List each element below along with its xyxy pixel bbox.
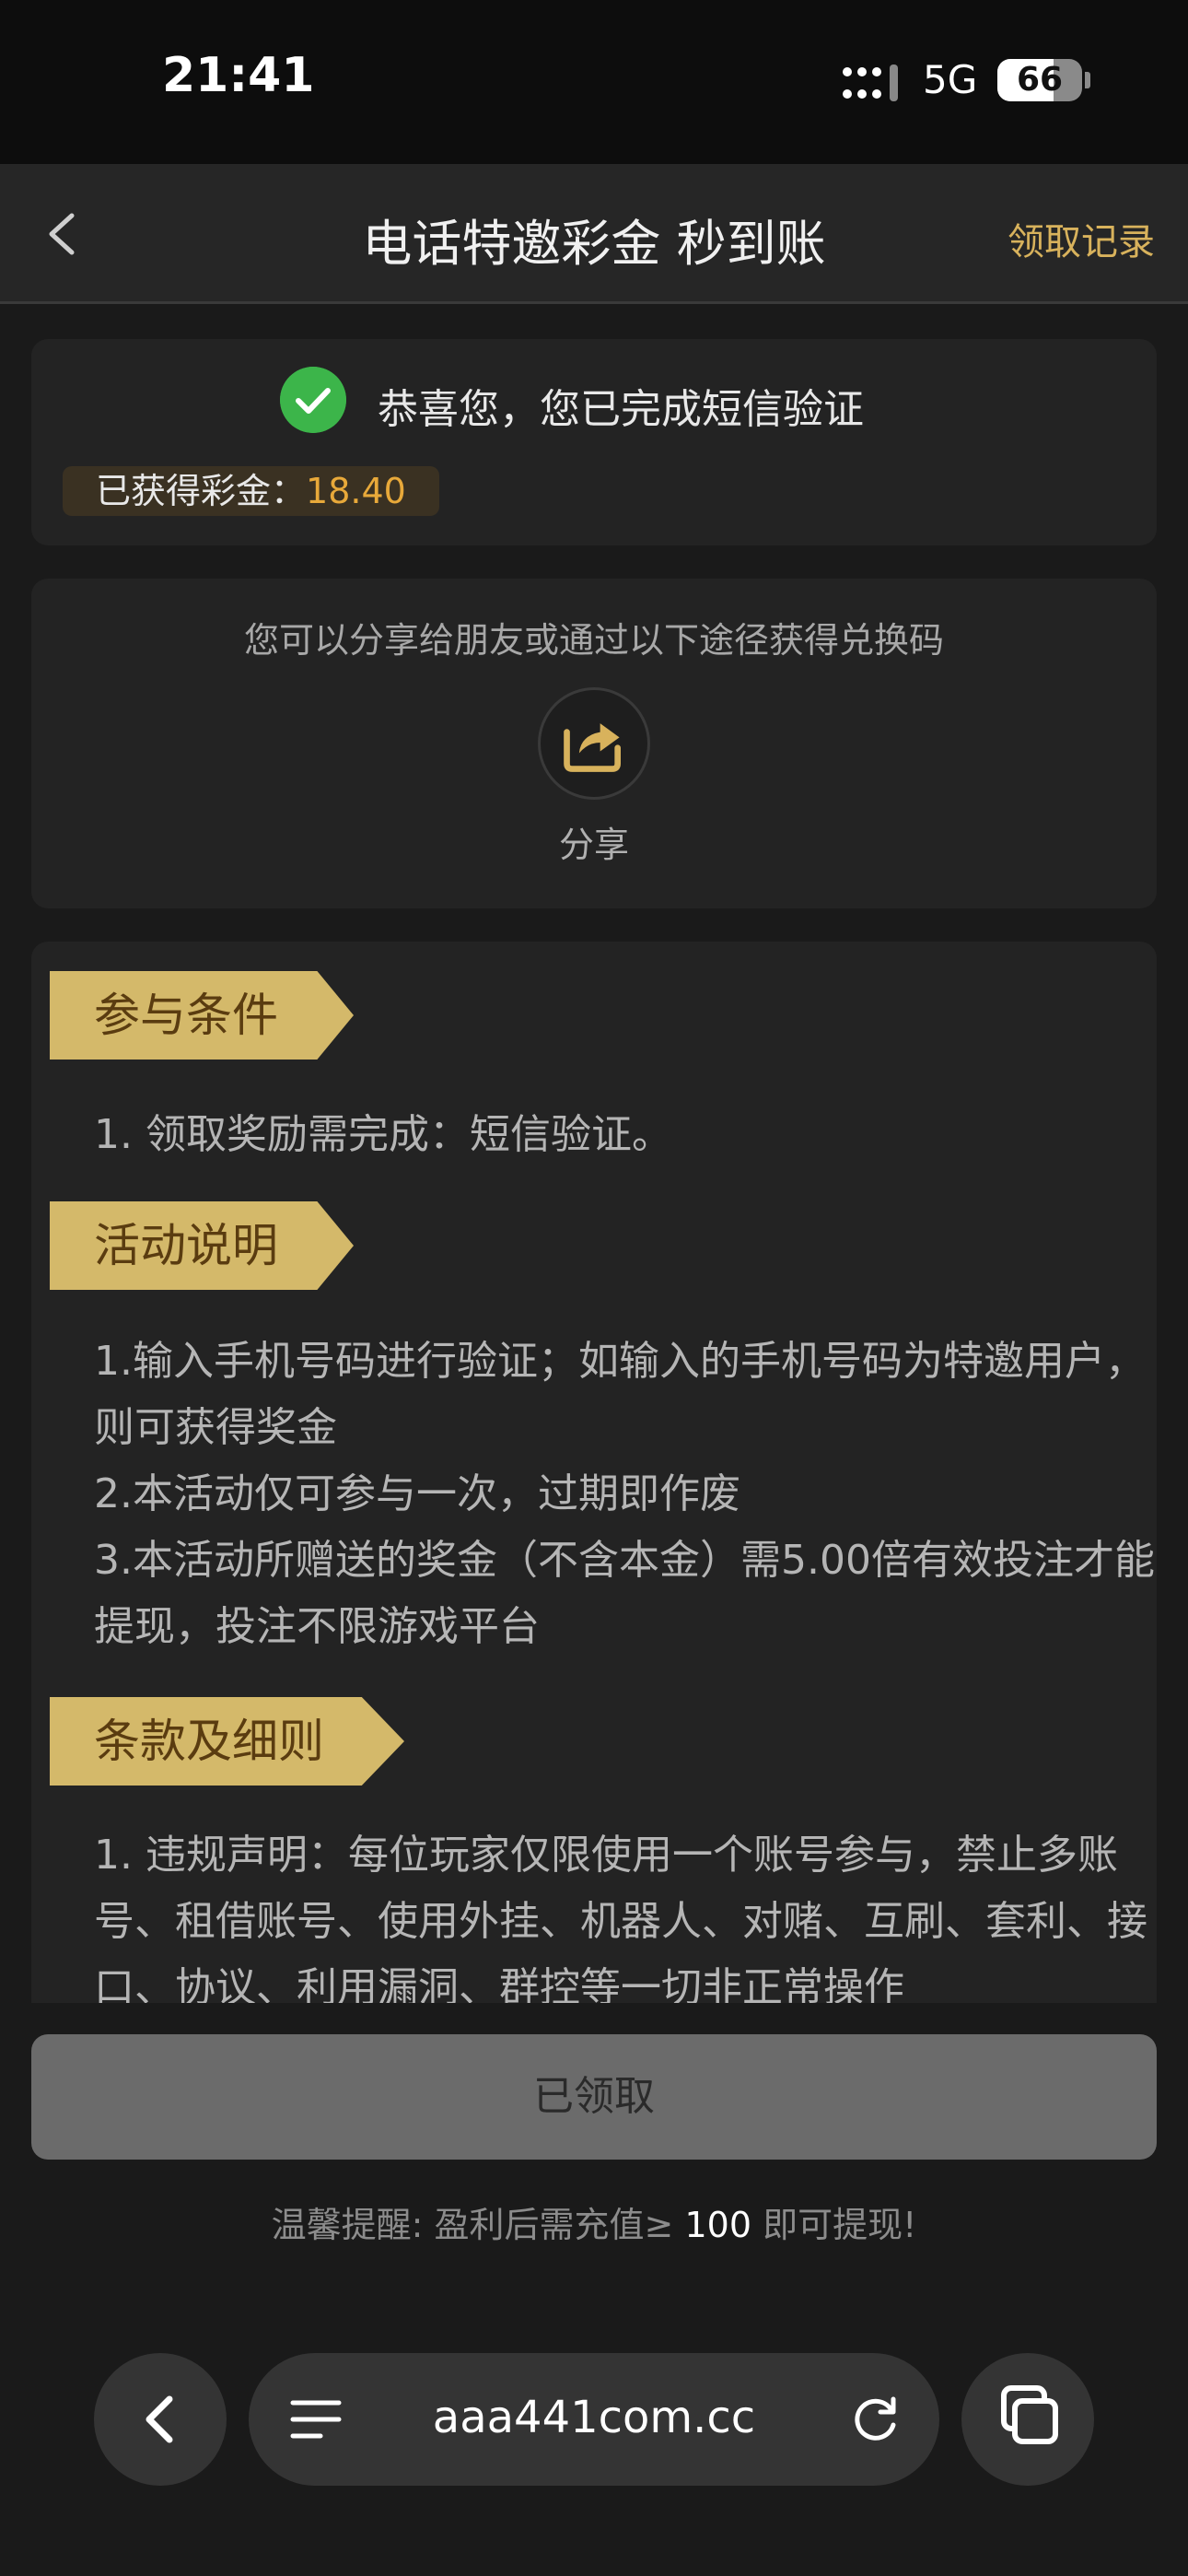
bottom-panel: 已领取 温馨提醒: 盈利后需充值≥ 100 即可提现! (0, 2003, 1188, 2261)
claimed-button[interactable]: 已领取 (31, 2034, 1157, 2160)
activity-line: 3.本活动所赠送的奖金（不含本金）需5.00倍有效投注才能提现，投注不限游戏平台 (94, 1537, 1155, 1650)
earned-label: 已获得彩金： (96, 471, 307, 511)
tabs-button[interactable] (961, 2353, 1094, 2486)
cellular-signal-icon (843, 64, 898, 101)
browser-toolbar: aaa441com.cc (0, 2261, 1188, 2576)
terms-ribbon: 条款及细则 (50, 1697, 404, 1786)
terms-line: 1. 违规声明：每位玩家仅限使用一个账号参与，禁止多账号、租借账号、使用外挂、机… (94, 1832, 1147, 2011)
withdraw-reminder: 温馨提醒: 盈利后需充值≥ 100 即可提现! (0, 2196, 1188, 2247)
conditions-line: 1. 领取奖励需完成：短信验证。 (94, 1111, 672, 1158)
url-text: aaa441com.cc (432, 2392, 756, 2443)
reload-icon[interactable] (847, 2390, 904, 2447)
verification-card: 恭喜您，您已完成短信验证 已获得彩金：18.40 (31, 339, 1157, 545)
share-button[interactable] (538, 687, 650, 800)
network-type: 5G (923, 57, 978, 102)
earned-value: 18.40 (306, 471, 406, 511)
address-bar[interactable]: aaa441com.cc (249, 2353, 939, 2486)
activity-line: 2.本活动仅可参与一次，过期即作废 (94, 1470, 740, 1517)
earned-bonus-badge: 已获得彩金：18.40 (63, 466, 439, 516)
activity-line: 1.输入手机号码进行验证；如输入的手机号码为特邀用户，则可获得奖金 (94, 1338, 1146, 1451)
share-icon (564, 723, 621, 772)
status-bar: 21:41 5G 66 (0, 0, 1188, 164)
activity-ribbon: 活动说明 (50, 1201, 354, 1290)
rules-card: 参与条件 1. 领取奖励需完成：短信验证。 活动说明 1.输入手机号码进行验证；… (31, 942, 1157, 2047)
status-time: 21:41 (162, 48, 315, 103)
chevron-left-icon (146, 2395, 173, 2443)
battery-icon: 66 (997, 59, 1082, 101)
verification-message: 恭喜您，您已完成短信验证 (378, 386, 864, 433)
conditions-ribbon: 参与条件 (50, 971, 354, 1060)
battery-nub (1085, 72, 1090, 88)
browser-back-button[interactable] (94, 2353, 227, 2486)
battery-level: 66 (1016, 61, 1064, 99)
share-card: 您可以分享给朋友或通过以下途径获得兑换码 分享 (31, 579, 1157, 908)
check-circle-icon (280, 367, 346, 433)
reminder-suffix: 即可提现! (763, 2205, 917, 2245)
reminder-prefix: 温馨提醒: 盈利后需充值≥ (271, 2205, 674, 2245)
share-hint: 您可以分享给朋友或通过以下途径获得兑换码 (243, 620, 944, 661)
share-label: 分享 (558, 825, 629, 865)
claim-records-link[interactable]: 领取记录 (1007, 212, 1155, 265)
reminder-amount: 100 (684, 2205, 752, 2245)
nav-bar: 电话特邀彩金 秒到账 领取记录 (0, 164, 1188, 304)
tabs-icon (1001, 2385, 1058, 2444)
